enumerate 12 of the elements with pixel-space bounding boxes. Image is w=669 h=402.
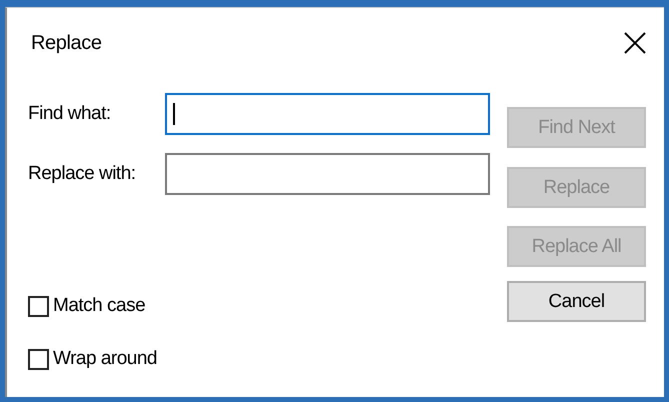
checkbox-label: Match case (53, 295, 146, 317)
checkbox[interactable] (28, 296, 49, 316)
checkbox[interactable] (28, 348, 49, 370)
field-label: Find what: (28, 103, 112, 125)
close-icon[interactable] (624, 32, 646, 54)
input-field[interactable] (165, 153, 490, 195)
window-title: Replace (31, 32, 102, 54)
input-field[interactable] (165, 93, 490, 135)
dialog-button[interactable]: Cancel (507, 281, 646, 322)
field-label: Replace with: (28, 163, 137, 185)
text-cursor (173, 103, 176, 125)
checkbox-label: Wrap around (53, 348, 157, 370)
